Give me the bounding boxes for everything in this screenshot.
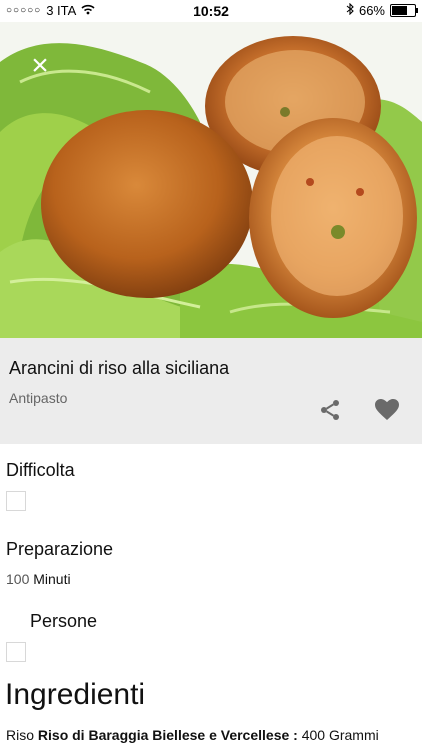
recipe-title: Arancini di riso alla siciliana xyxy=(9,358,230,378)
recipe-photo: × xyxy=(0,22,422,338)
status-right: 66% xyxy=(346,2,418,18)
servings-label: Persone xyxy=(30,611,98,631)
battery-percent: 66% xyxy=(358,3,385,18)
bluetooth-icon xyxy=(346,2,354,18)
close-icon: × xyxy=(31,49,49,82)
recipe-header: Arancini di riso alla siciliana Antipast… xyxy=(0,338,422,444)
ingredient-item: Riso Riso di Baraggia Biellese e Vercell… xyxy=(6,727,379,743)
ingredient-quantity: 400 Grammi xyxy=(301,727,379,743)
status-bar: ○○○○○ 3 ITA 10:52 66% xyxy=(0,0,422,22)
share-icon xyxy=(321,400,339,420)
share-button[interactable] xyxy=(318,398,342,422)
battery-icon xyxy=(390,4,418,17)
ingredient-type: Riso xyxy=(6,727,35,743)
ingredients-heading: Ingredienti xyxy=(5,678,146,711)
ingredient-name: Riso di Baraggia Biellese e Vercellese : xyxy=(37,727,298,743)
recipe-category: Antipasto xyxy=(9,390,68,406)
preparation-value: 100 Minuti xyxy=(6,571,71,587)
preparation-minutes: 100 xyxy=(6,571,30,587)
servings-checkbox[interactable] xyxy=(6,642,26,662)
close-button[interactable]: × xyxy=(27,51,53,81)
battery-level xyxy=(392,6,407,15)
favorite-button[interactable] xyxy=(374,398,400,422)
heart-icon xyxy=(375,399,399,420)
difficulty-label: Difficolta xyxy=(6,460,75,480)
preparation-unit: Minuti xyxy=(33,571,71,587)
difficulty-checkbox[interactable] xyxy=(6,491,26,511)
preparation-label: Preparazione xyxy=(6,539,114,559)
